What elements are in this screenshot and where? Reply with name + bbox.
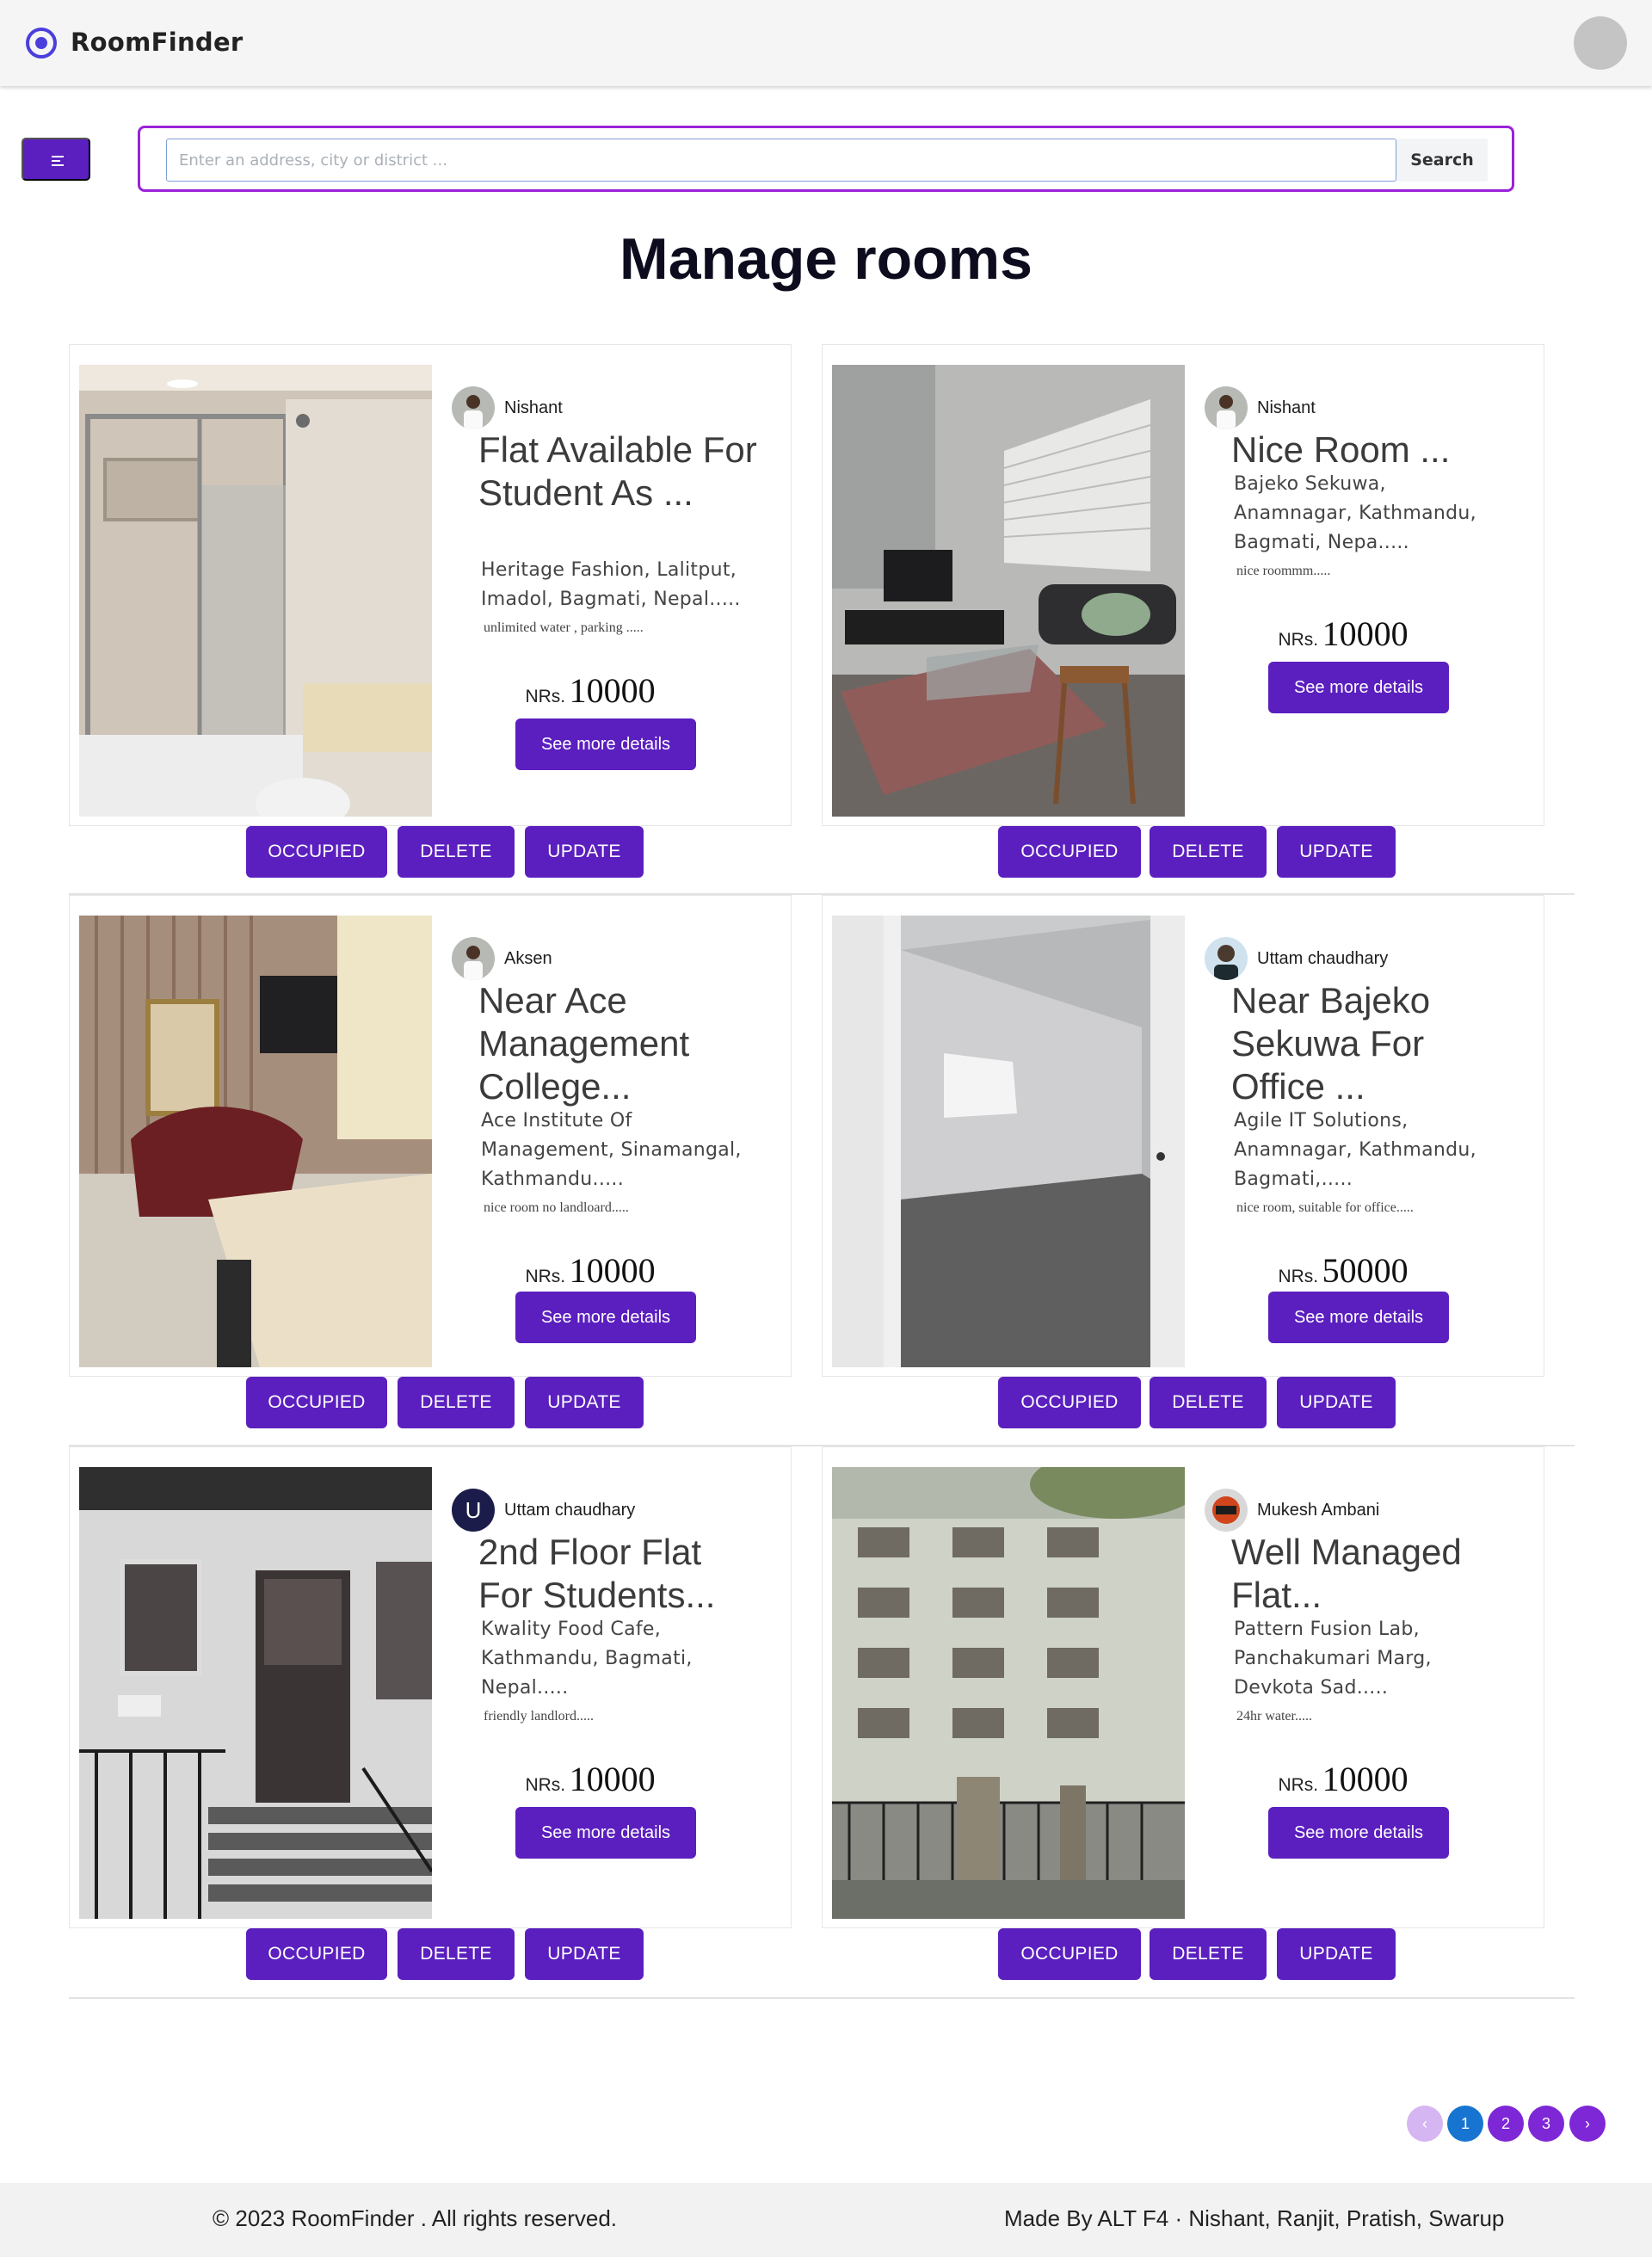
- owner-name: Mukesh Ambani: [1257, 1501, 1380, 1520]
- room-address: Heritage Fashion, Lalitput, Imadol, Bagm…: [481, 559, 741, 610]
- room-address: Ace Institute Of Management, Sinamangal,…: [481, 1110, 742, 1190]
- room-title: Nice Room ...: [1231, 429, 1451, 470]
- see-details-button[interactable]: See more details: [1268, 1292, 1449, 1343]
- room-note: unlimited water , parking .....: [484, 620, 644, 635]
- room-note: nice room, suitable for office.....: [1236, 1200, 1414, 1215]
- page-button-1[interactable]: 1: [1447, 2106, 1483, 2142]
- owner-name: Nishant: [1257, 398, 1316, 417]
- room-price: NRs. 10000: [1278, 1760, 1409, 1798]
- room-price: NRs. 10000: [525, 1760, 656, 1798]
- search-bar: Search: [138, 126, 1514, 192]
- roomfinder-logo-icon[interactable]: [26, 28, 57, 59]
- see-details-button[interactable]: See more details: [515, 1292, 696, 1343]
- owner-avatar: U: [452, 1489, 495, 1532]
- room-title: Near Ace Management College...: [478, 980, 690, 1107]
- owner-name: Aksen: [504, 949, 552, 968]
- owner-avatar: [452, 937, 495, 980]
- row-divider: [69, 1997, 1575, 1999]
- room-note: 24hr water.....: [1236, 1709, 1312, 1724]
- menu-icon: [52, 156, 64, 157]
- brand-name[interactable]: RoomFinder: [71, 28, 243, 57]
- room-note: nice room no landloard.....: [484, 1200, 629, 1215]
- update-button[interactable]: UPDATE: [525, 826, 644, 878]
- update-button[interactable]: UPDATE: [1277, 1377, 1396, 1428]
- search-button[interactable]: Search: [1396, 139, 1488, 182]
- user-avatar[interactable]: [1574, 16, 1627, 70]
- owner-avatar: [1205, 937, 1248, 980]
- owner-avatar: [1205, 1489, 1248, 1532]
- occupied-button[interactable]: OCCUPIED: [246, 1377, 387, 1428]
- top-navbar: RoomFinder: [0, 0, 1652, 86]
- delete-button[interactable]: DELETE: [1150, 826, 1267, 878]
- see-details-button[interactable]: See more details: [515, 1807, 696, 1859]
- room-card: Aksen Near Ace Management College... Ace…: [69, 895, 792, 1377]
- occupied-button[interactable]: OCCUPIED: [246, 1928, 387, 1980]
- update-button[interactable]: UPDATE: [525, 1928, 644, 1980]
- room-address: Bajeko Sekuwa, Anamnagar, Kathmandu, Bag…: [1234, 473, 1476, 553]
- room-title: Near Bajeko Sekuwa For Office ...: [1231, 980, 1431, 1107]
- room-card: U Uttam chaudhary 2nd Floor Flat For Stu…: [69, 1446, 792, 1928]
- room-photo-bathroom: [79, 365, 432, 817]
- delete-button[interactable]: DELETE: [398, 1377, 515, 1428]
- footer-credits: Made By ALT F4 · Nishant, Ranjit, Pratis…: [1004, 2205, 1505, 2231]
- room-note: nice roommm.....: [1236, 564, 1331, 578]
- room-photo-building-entrance: [79, 1467, 432, 1919]
- room-card: Nishant Nice Room ... Bajeko Sekuwa, Ana…: [822, 344, 1544, 826]
- owner-avatar: [452, 386, 495, 429]
- room-card: Uttam chaudhary Near Bajeko Sekuwa For O…: [822, 895, 1544, 1377]
- see-details-button[interactable]: See more details: [515, 718, 696, 770]
- room-title: Well Managed Flat...: [1231, 1532, 1462, 1615]
- owner-name: Uttam chaudhary: [504, 1501, 636, 1520]
- update-button[interactable]: UPDATE: [1277, 1928, 1396, 1980]
- room-address: Pattern Fusion Lab, Panchakumari Marg, D…: [1234, 1619, 1432, 1699]
- footer: © 2023 RoomFinder . All rights reserved.…: [0, 2183, 1652, 2257]
- owner-avatar: [1205, 386, 1248, 429]
- room-photo-empty-room: [832, 916, 1185, 1367]
- room-price: NRs. 10000: [1278, 614, 1409, 653]
- room-card: Mukesh Ambani Well Managed Flat... Patte…: [822, 1446, 1544, 1928]
- search-input[interactable]: [166, 139, 1396, 182]
- occupied-button[interactable]: OCCUPIED: [998, 1928, 1141, 1980]
- see-details-button[interactable]: See more details: [1268, 662, 1449, 713]
- page-button-2[interactable]: 2: [1488, 2106, 1524, 2142]
- owner-name: Uttam chaudhary: [1257, 949, 1389, 968]
- room-price: NRs. 10000: [525, 671, 656, 710]
- room-title: Flat Available For Student As ...: [478, 429, 757, 513]
- room-note: friendly landlord.....: [484, 1709, 594, 1724]
- room-price: NRs. 10000: [525, 1251, 656, 1290]
- page-title: Manage rooms: [620, 226, 1032, 292]
- owner-name: Nishant: [504, 398, 563, 417]
- room-card: Nishant Flat Available For Student As ..…: [69, 344, 792, 826]
- menu-toggle-button[interactable]: [22, 138, 90, 181]
- room-address: Agile IT Solutions, Anamnagar, Kathmandu…: [1234, 1110, 1476, 1190]
- owner-initial: U: [465, 1497, 482, 1523]
- room-photo-bedroom: [79, 916, 432, 1367]
- delete-button[interactable]: DELETE: [1150, 1377, 1267, 1428]
- occupied-button[interactable]: OCCUPIED: [998, 826, 1141, 878]
- delete-button[interactable]: DELETE: [1150, 1928, 1267, 1980]
- next-page-button[interactable]: ›: [1569, 2106, 1606, 2142]
- occupied-button[interactable]: OCCUPIED: [998, 1377, 1141, 1428]
- update-button[interactable]: UPDATE: [1277, 826, 1396, 878]
- room-price: NRs. 50000: [1278, 1251, 1409, 1290]
- see-details-button[interactable]: See more details: [1268, 1807, 1449, 1859]
- delete-button[interactable]: DELETE: [398, 1928, 515, 1980]
- room-photo-apartment-building: [832, 1467, 1185, 1919]
- room-title: 2nd Floor Flat For Students...: [478, 1532, 716, 1615]
- update-button[interactable]: UPDATE: [525, 1377, 644, 1428]
- prev-page-button[interactable]: ‹: [1407, 2106, 1443, 2142]
- room-photo-living-room: [832, 365, 1185, 817]
- page-button-3[interactable]: 3: [1528, 2106, 1564, 2142]
- footer-copyright: © 2023 RoomFinder . All rights reserved.: [213, 2205, 618, 2231]
- room-address: Kwality Food Cafe, Kathmandu, Bagmati, N…: [481, 1619, 693, 1699]
- occupied-button[interactable]: OCCUPIED: [246, 826, 387, 878]
- delete-button[interactable]: DELETE: [398, 826, 515, 878]
